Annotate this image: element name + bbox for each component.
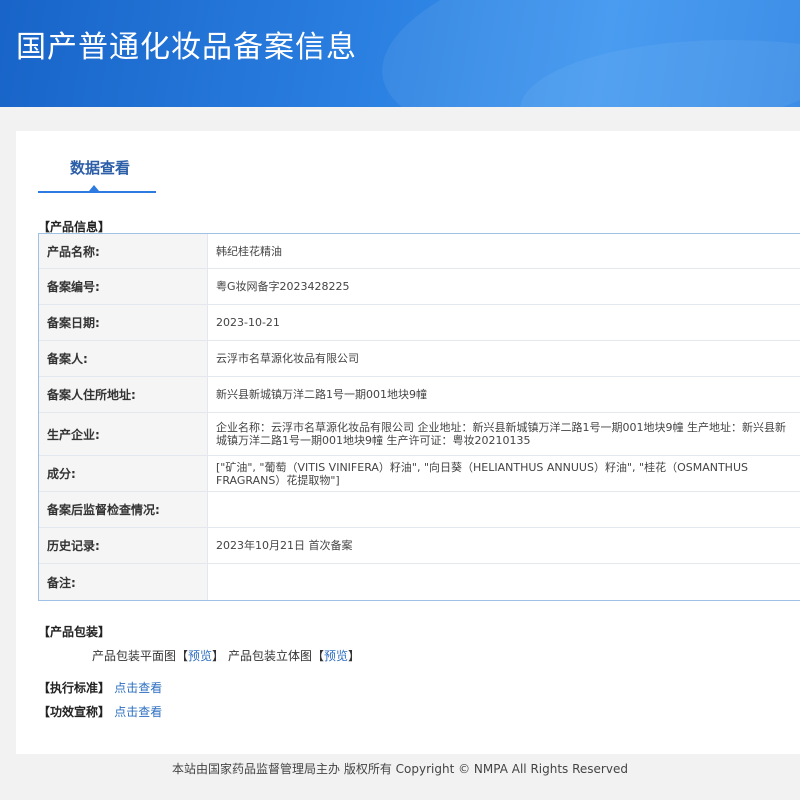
bracket: 【: [312, 649, 325, 663]
header-banner: 国产普通化妆品备案信息: [0, 0, 800, 107]
row-label: 备案人:: [39, 341, 208, 376]
row-value: [208, 564, 800, 600]
packaging-flat: 产品包装平面图【预览】: [92, 647, 224, 664]
row-label: 备案后监督检查情况:: [39, 492, 208, 527]
row-value: 粤G妆网备字2023428225: [216, 280, 350, 293]
row-label: 成分:: [39, 456, 208, 491]
table-row: 成分: ["矿油", "葡萄（VITIS VINIFERA）籽油", "向日葵（…: [39, 456, 800, 492]
table-row: 备案编号: 粤G妆网备字2023428225: [39, 269, 800, 305]
packaging-stereo-label: 产品包装立体图: [228, 649, 313, 663]
table-row: 历史记录: 2023年10月21日 首次备案: [39, 528, 800, 564]
table-row: 生产企业: 企业名称：云浮市名草源化妆品有限公司 企业地址：新兴县新城镇万洋二路…: [39, 413, 800, 456]
section-title-standard: 【执行标准】: [38, 681, 111, 695]
tab-caret-icon: [89, 185, 99, 191]
product-info-table: 产品名称: 韩纪桂花精油 备案编号: 粤G妆网备字2023428225 备案日期…: [38, 233, 800, 601]
table-row: 备案人: 云浮市名草源化妆品有限公司: [39, 341, 800, 377]
table-row: 备案日期: 2023-10-21: [39, 305, 800, 341]
packaging-flat-label: 产品包装平面图: [92, 649, 177, 663]
preview-flat-link[interactable]: 预览: [188, 649, 212, 663]
table-row: 备案人住所地址: 新兴县新城镇万洋二路1号一期001地块9幢: [39, 377, 800, 413]
section-title-efficacy: 【功效宣称】: [38, 705, 111, 719]
row-label: 备案编号:: [39, 269, 208, 304]
row-label: 备案日期:: [39, 305, 208, 340]
bracket: 】: [348, 649, 361, 663]
row-value: 云浮市名草源化妆品有限公司: [216, 352, 359, 365]
row-value: ["矿油", "葡萄（VITIS VINIFERA）籽油", "向日葵（HELI…: [216, 460, 748, 487]
page-title: 国产普通化妆品备案信息: [16, 30, 357, 65]
view-efficacy-link[interactable]: 点击查看: [114, 705, 162, 719]
table-row: 备注:: [39, 564, 800, 600]
row-label: 备案人住所地址:: [39, 377, 208, 412]
section-standard: 【执行标准】 点击查看: [38, 679, 162, 696]
preview-stereo-link[interactable]: 预览: [324, 649, 348, 663]
bracket: 】: [212, 649, 225, 663]
table-row: 产品名称: 韩纪桂花精油: [39, 234, 800, 269]
bracket: 【: [176, 649, 189, 663]
table-row: 备案后监督检查情况:: [39, 492, 800, 528]
row-value: [208, 492, 800, 527]
row-value: 2023年10月21日 首次备案: [216, 539, 353, 552]
tab-data-view[interactable]: 数据查看: [38, 131, 156, 193]
row-value: 企业名称：云浮市名草源化妆品有限公司 企业地址：新兴县新城镇万洋二路1号一期00…: [216, 421, 786, 447]
content-panel: 数据查看 【产品信息】 产品名称: 韩纪桂花精油 备案编号: 粤G妆网备字202…: [16, 131, 800, 754]
row-value: 2023-10-21: [216, 316, 280, 329]
row-label: 产品名称:: [39, 234, 208, 268]
footer-copyright: 本站由国家药品监督管理局主办 版权所有 Copyright © NMPA All…: [172, 762, 628, 776]
section-efficacy: 【功效宣称】 点击查看: [38, 703, 162, 720]
packaging-stereo: 产品包装立体图【预览】: [228, 647, 360, 664]
row-label: 历史记录:: [39, 528, 208, 563]
section-title-packaging: 【产品包装】: [38, 625, 111, 639]
view-standard-link[interactable]: 点击查看: [114, 681, 162, 695]
row-value: 新兴县新城镇万洋二路1号一期001地块9幢: [216, 388, 427, 401]
row-label: 备注:: [39, 564, 208, 600]
tab-label: 数据查看: [70, 159, 131, 177]
row-value: 韩纪桂花精油: [216, 244, 282, 258]
row-label: 生产企业:: [39, 413, 208, 455]
